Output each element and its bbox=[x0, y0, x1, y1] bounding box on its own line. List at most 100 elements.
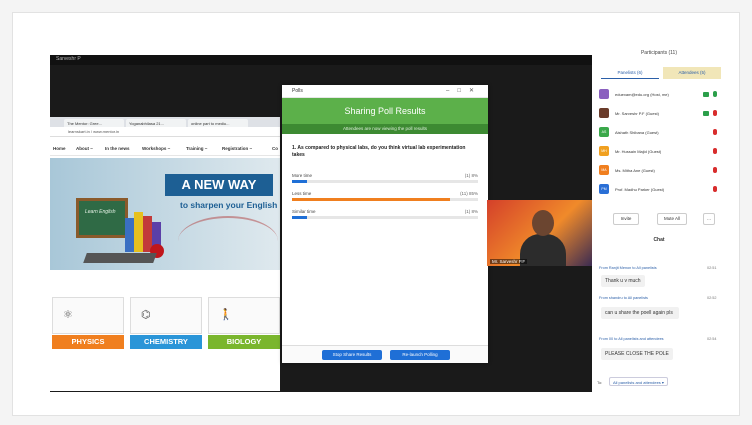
tab-panelists[interactable]: Panelists (6) bbox=[601, 67, 659, 79]
laptop-icon bbox=[83, 253, 157, 263]
participant-row[interactable]: AS Aishath Shibana (Guest) bbox=[597, 127, 723, 139]
board-text: Learn English bbox=[85, 209, 116, 215]
video-icon[interactable] bbox=[703, 92, 709, 97]
participant-name: Ms. Mitha Ane (Guest) bbox=[615, 168, 655, 173]
nav-item[interactable]: About ~ bbox=[76, 146, 93, 151]
molecule-icon: ⌬ bbox=[130, 297, 202, 334]
evolution-icon: 🚶 bbox=[208, 297, 280, 334]
participant-name: eduexam@edu.org (Host, me) bbox=[615, 92, 669, 97]
meeting-top-bar: Sarveshr P bbox=[50, 55, 592, 65]
stop-share-results-button[interactable]: Stop Share Results bbox=[322, 350, 382, 360]
subject-label: PHYSICS bbox=[52, 335, 124, 349]
nav-item[interactable]: Registration ~ bbox=[222, 146, 252, 151]
participant-row[interactable]: PM Prof. Madhu Parker (Guest) bbox=[597, 184, 723, 196]
hero-title: A NEW WAY bbox=[165, 174, 273, 196]
chat-meta: From shandru to All panelists 02:52 bbox=[599, 296, 717, 300]
chat-message: Thank u v much bbox=[601, 275, 645, 287]
poll-window-title: Polls bbox=[292, 88, 303, 94]
nav-item[interactable]: Home bbox=[53, 146, 66, 151]
avatar: AS bbox=[599, 127, 609, 137]
participant-row[interactable]: MH Mr. Hussain Majid (Guest) bbox=[597, 146, 723, 158]
subject-cards: ⚛ PHYSICS ⌬ CHEMISTRY 🚶 BIOLOGY bbox=[50, 297, 280, 351]
avatar: PM bbox=[599, 184, 609, 194]
nav-item[interactable]: Training ~ bbox=[186, 146, 207, 151]
url-text: learnskart.in / www.mentor.in bbox=[68, 129, 120, 134]
chat-meta: From Ranjit Menon to All panelists 02:51 bbox=[599, 266, 717, 270]
poll-subheader: Attendees are now viewing the poll resul… bbox=[282, 124, 488, 134]
participant-actions: Invite Mute All ... bbox=[603, 213, 723, 225]
participant-name: Aishath Shibana (Guest) bbox=[615, 130, 659, 135]
participant-tabs: Panelists (6) Attendees (5) bbox=[601, 67, 721, 79]
address-bar[interactable]: learnskart.in / www.mentor.in bbox=[50, 127, 280, 137]
participant-row[interactable]: eduexam@edu.org (Host, me) bbox=[597, 89, 723, 101]
participants-title: Participants (11) bbox=[640, 50, 678, 56]
microphone-icon[interactable] bbox=[713, 186, 717, 192]
speaker-head bbox=[532, 210, 554, 236]
microphone-icon[interactable] bbox=[713, 129, 717, 135]
chat-sender: From Ranjit Menon to All panelists bbox=[599, 266, 657, 270]
window-controls-icon[interactable]: –□✕ bbox=[446, 87, 482, 94]
more-button[interactable]: ... bbox=[703, 213, 715, 225]
meeting-window: Sarveshr P The Mentor: Gree... Yoganabhi… bbox=[50, 55, 592, 392]
avatar: MA bbox=[599, 165, 609, 175]
option-fill bbox=[292, 216, 307, 219]
chat-sender: From 00 to All panelists and attendees bbox=[599, 337, 664, 341]
browser-tab[interactable]: Yoganabhilasa 21... bbox=[126, 119, 186, 127]
option-label: More time bbox=[292, 173, 313, 178]
poll-option: More time (1) 8% bbox=[292, 173, 478, 187]
microphone-icon[interactable] bbox=[713, 91, 717, 97]
browser-tab[interactable]: The Mentor: Gree... bbox=[64, 119, 124, 127]
relaunch-polling-button[interactable]: Re-launch Polling bbox=[390, 350, 450, 360]
atom-icon: ⚛ bbox=[52, 297, 124, 334]
poll-titlebar: Polls –□✕ bbox=[282, 85, 488, 98]
hero-subtitle: to sharpen your English bbox=[180, 200, 278, 210]
poll-question: 1. As compared to physical labs, do you … bbox=[292, 145, 466, 158]
subject-card-physics[interactable]: ⚛ PHYSICS bbox=[52, 297, 124, 349]
chalkboard: Learn English bbox=[76, 198, 128, 238]
subject-label: BIOLOGY bbox=[208, 335, 280, 349]
chat-message: PLEASE CLOSE THE POLE bbox=[601, 348, 673, 360]
option-percent: (11) 85% bbox=[460, 191, 478, 196]
meeting-top-left: Sarveshr P bbox=[56, 56, 81, 62]
video-icon[interactable] bbox=[703, 111, 709, 116]
video-name-label: Mr. Sarveshr P.F bbox=[490, 259, 528, 264]
subject-card-biology[interactable]: 🚶 BIOLOGY bbox=[208, 297, 280, 349]
nav-item[interactable]: In the news bbox=[105, 146, 130, 151]
option-track bbox=[292, 180, 478, 183]
avatar bbox=[599, 108, 609, 118]
mute-all-button[interactable]: Mute All bbox=[657, 213, 687, 225]
option-percent: (1) 8% bbox=[464, 209, 478, 214]
nav-item[interactable]: Co bbox=[272, 146, 278, 151]
participants-panel: Participants (11) Panelists (6) Attendee… bbox=[593, 45, 725, 400]
subject-card-chemistry[interactable]: ⌬ CHEMISTRY bbox=[130, 297, 202, 349]
chat-sender: From shandru to All panelists bbox=[599, 296, 648, 300]
microphone-icon[interactable] bbox=[713, 148, 717, 154]
option-fill bbox=[292, 180, 307, 183]
hero-banner: Learn English A NEW WAY to sharpen your … bbox=[50, 158, 280, 270]
poll-footer: Stop Share Results Re-launch Polling bbox=[282, 345, 488, 363]
browser-tab[interactable]: online part to mediu... bbox=[188, 119, 248, 127]
participant-row[interactable]: Mr. Sarveshr P.F (Guest) bbox=[597, 108, 723, 120]
option-track bbox=[292, 216, 478, 219]
microphone-icon[interactable] bbox=[713, 110, 717, 116]
browser-tabs: The Mentor: Gree... Yoganabhilasa 21... … bbox=[50, 117, 280, 127]
site-navbar: Home About ~ In the news Workshops ~ Tra… bbox=[50, 142, 280, 156]
tab-attendees[interactable]: Attendees (5) bbox=[663, 67, 721, 79]
avatar bbox=[599, 89, 609, 99]
microphone-icon[interactable] bbox=[713, 167, 717, 173]
avatar: MH bbox=[599, 146, 609, 156]
invite-button[interactable]: Invite bbox=[613, 213, 639, 225]
participant-name: Mr. Sarveshr P.F (Guest) bbox=[615, 111, 659, 116]
nav-item[interactable]: Workshops ~ bbox=[142, 146, 170, 151]
speaker-video[interactable]: Mr. Sarveshr P.F bbox=[487, 200, 592, 266]
participant-row[interactable]: MA Ms. Mitha Ane (Guest) bbox=[597, 165, 723, 177]
to-label: To: bbox=[597, 380, 603, 385]
option-percent: (1) 8% bbox=[464, 173, 478, 178]
chat-time: 02:52 bbox=[707, 296, 717, 300]
vein-illustration bbox=[178, 216, 278, 266]
chat-meta: From 00 to All panelists and attendees 02… bbox=[599, 337, 717, 341]
recipient-select[interactable]: All panelists and attendees ▾ bbox=[609, 377, 668, 386]
option-track bbox=[292, 198, 478, 201]
poll-header: Sharing Poll Results bbox=[282, 98, 488, 124]
poll-option: Similar time (1) 8% bbox=[292, 209, 478, 223]
